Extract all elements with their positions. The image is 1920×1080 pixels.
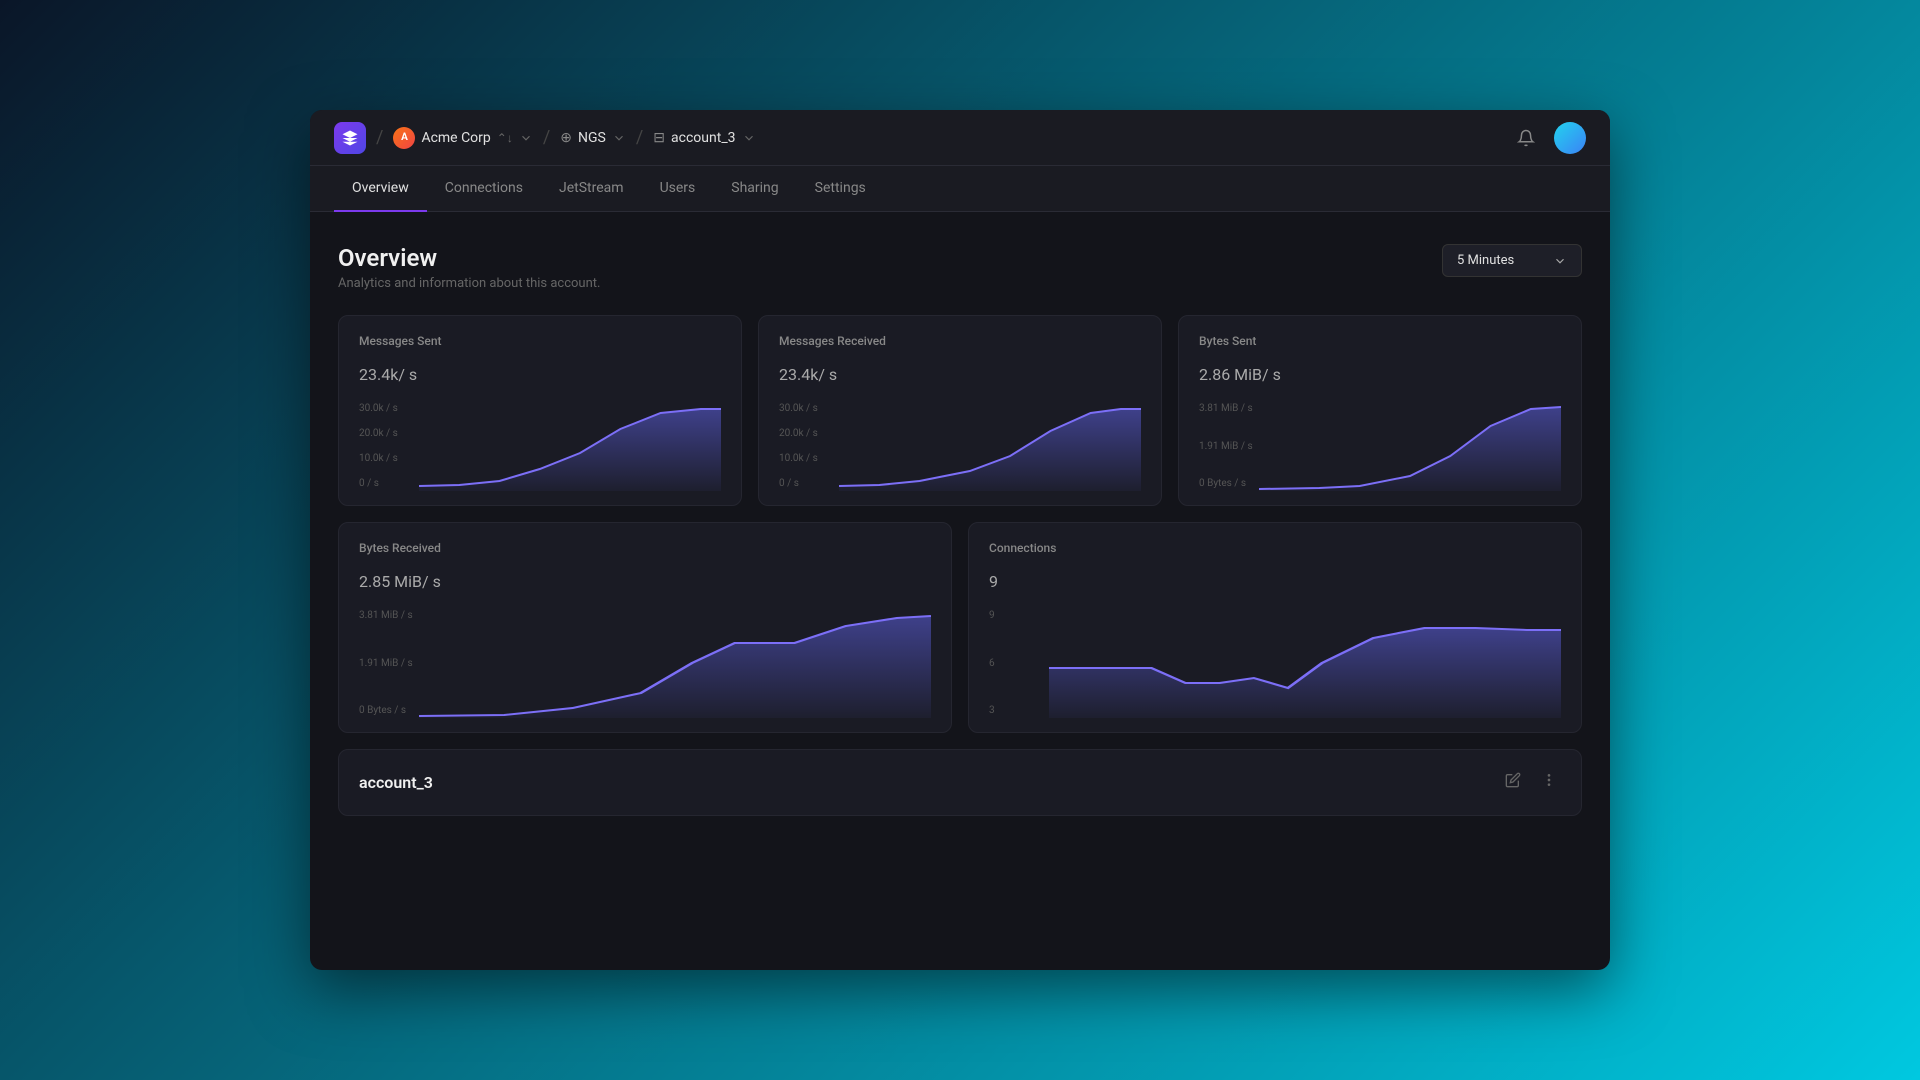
- metric-card-messages-received: Messages Received 23.4k/ s 30.0k / s 20.…: [758, 315, 1162, 506]
- connections-chart: 9 6 3: [989, 608, 1561, 718]
- account-breadcrumb: account_3: [671, 130, 735, 146]
- connections-label: Connections: [989, 541, 1561, 555]
- metric-card-bytes-sent: Bytes Sent 2.86 MiB/ s 3.81 MiB / s 1.91…: [1178, 315, 1582, 506]
- app-logo[interactable]: [334, 122, 366, 154]
- more-account-button[interactable]: [1537, 768, 1561, 797]
- messages-sent-chart: 30.0k / s 20.0k / s 10.0k / s 0 / s: [359, 401, 721, 491]
- tab-overview[interactable]: Overview: [334, 166, 427, 212]
- bytes-sent-chart: 3.81 MiB / s 1.91 MiB / s 0 Bytes / s: [1199, 401, 1561, 491]
- topbar-right: [1510, 122, 1586, 154]
- account-section: account_3: [338, 749, 1582, 816]
- page-header: Overview Analytics and information about…: [338, 244, 1582, 291]
- bytes-received-chart-labels: 3.81 MiB / s 1.91 MiB / s 0 Bytes / s: [359, 608, 415, 718]
- tab-jetstream[interactable]: JetStream: [541, 166, 642, 212]
- messages-sent-label: Messages Sent: [359, 334, 721, 348]
- messages-received-chart-labels: 30.0k / s 20.0k / s 10.0k / s 0 / s: [779, 401, 835, 491]
- messages-sent-chart-area: [419, 401, 721, 491]
- connections-value: 9: [989, 561, 1561, 594]
- messages-sent-chart-labels: 30.0k / s 20.0k / s 10.0k / s 0 / s: [359, 401, 415, 491]
- messages-received-chart: 30.0k / s 20.0k / s 10.0k / s 0 / s: [779, 401, 1141, 491]
- nav-tabs: Overview Connections JetStream Users Sha…: [310, 166, 1610, 212]
- metrics-bottom-grid: Bytes Received 2.85 MiB/ s 3.81 MiB / s …: [338, 522, 1582, 733]
- sep-2: /: [543, 127, 550, 148]
- ngs-label: NGS: [578, 130, 606, 146]
- notifications-button[interactable]: [1510, 122, 1542, 154]
- db-icon: ⊟: [653, 130, 665, 146]
- bytes-sent-chart-labels: 3.81 MiB / s 1.91 MiB / s 0 Bytes / s: [1199, 401, 1255, 491]
- tab-sharing[interactable]: Sharing: [713, 166, 796, 212]
- tab-settings[interactable]: Settings: [797, 166, 884, 212]
- ngs-selector[interactable]: ⊕ NGS: [560, 130, 626, 146]
- bytes-received-label: Bytes Received: [359, 541, 931, 555]
- ngs-chevron-down-icon: [612, 131, 626, 145]
- org-chevron-icon: ⌃↓: [497, 131, 513, 145]
- page-subtitle: Analytics and information about this acc…: [338, 276, 600, 291]
- page-title: Overview: [338, 244, 600, 272]
- connections-chart-area: [1049, 608, 1561, 718]
- user-avatar[interactable]: [1554, 122, 1586, 154]
- main-content: Overview Analytics and information about…: [310, 212, 1610, 848]
- tab-users[interactable]: Users: [642, 166, 714, 212]
- account-chevron-down-icon: [742, 131, 756, 145]
- metric-card-bytes-received: Bytes Received 2.85 MiB/ s 3.81 MiB / s …: [338, 522, 952, 733]
- account-actions: [1501, 768, 1561, 797]
- metric-card-messages-sent: Messages Sent 23.4k/ s 30.0k / s 20.0k /…: [338, 315, 742, 506]
- metrics-top-grid: Messages Sent 23.4k/ s 30.0k / s 20.0k /…: [338, 315, 1582, 506]
- app-window: / A Acme Corp ⌃↓ / ⊕ NGS / ⊟ account_3: [310, 110, 1610, 970]
- messages-sent-value: 23.4k/ s: [359, 354, 721, 387]
- connections-chart-labels: 9 6 3: [989, 608, 1045, 718]
- sep-1: /: [376, 127, 383, 148]
- org-name: Acme Corp: [421, 130, 490, 146]
- sep-3: /: [636, 127, 643, 148]
- bell-icon: [1517, 129, 1535, 147]
- account-section-name: account_3: [359, 773, 433, 792]
- bytes-sent-label: Bytes Sent: [1199, 334, 1561, 348]
- messages-received-chart-area: [839, 401, 1141, 491]
- edit-icon: [1505, 772, 1521, 788]
- more-icon: [1541, 772, 1557, 788]
- topbar: / A Acme Corp ⌃↓ / ⊕ NGS / ⊟ account_3: [310, 110, 1610, 166]
- bytes-sent-value: 2.86 MiB/ s: [1199, 354, 1561, 387]
- messages-received-label: Messages Received: [779, 334, 1141, 348]
- org-chevron-down-icon: [519, 131, 533, 145]
- org-selector[interactable]: A Acme Corp ⌃↓: [393, 127, 532, 149]
- messages-received-value: 23.4k/ s: [779, 354, 1141, 387]
- bytes-sent-chart-area: [1259, 401, 1561, 491]
- time-selector[interactable]: 5 Minutes: [1442, 244, 1582, 277]
- metric-card-connections: Connections 9 9 6 3: [968, 522, 1582, 733]
- bytes-received-value: 2.85 MiB/ s: [359, 561, 931, 594]
- account-selector[interactable]: ⊟ account_3: [653, 130, 755, 146]
- tab-connections[interactable]: Connections: [427, 166, 541, 212]
- globe-icon: ⊕: [560, 130, 572, 146]
- time-selector-chevron-icon: [1553, 254, 1567, 268]
- org-avatar: A: [393, 127, 415, 149]
- bytes-received-chart-area: [419, 608, 931, 718]
- bytes-received-chart: 3.81 MiB / s 1.91 MiB / s 0 Bytes / s: [359, 608, 931, 718]
- edit-account-button[interactable]: [1501, 768, 1525, 797]
- time-selector-label: 5 Minutes: [1457, 253, 1514, 268]
- page-header-text: Overview Analytics and information about…: [338, 244, 600, 291]
